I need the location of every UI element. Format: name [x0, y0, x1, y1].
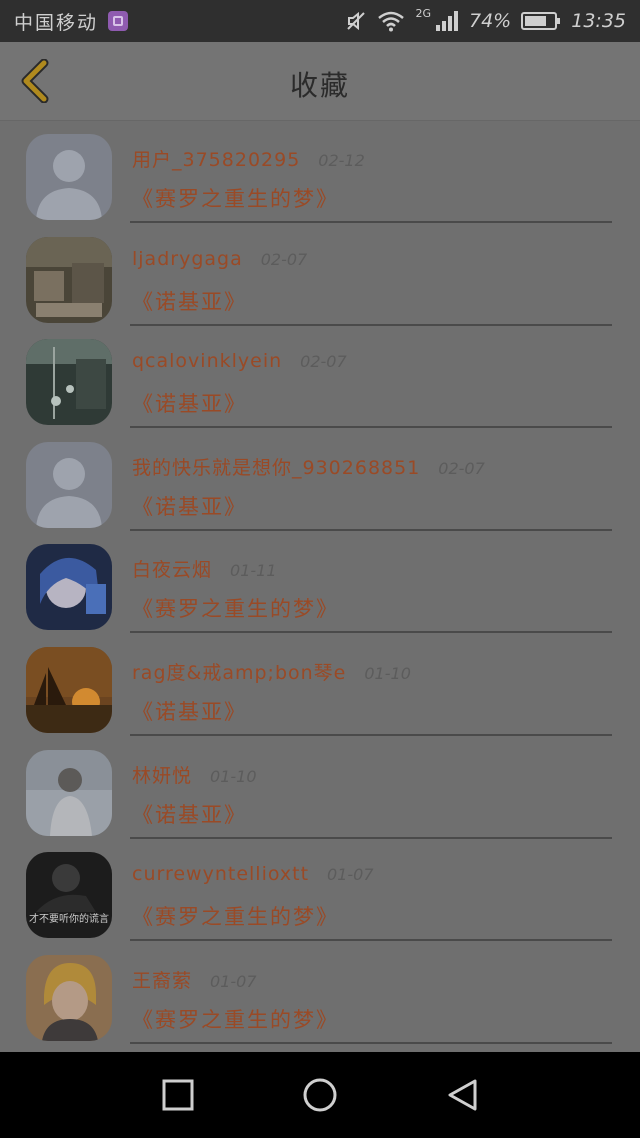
list-item[interactable]: 用户_375820295 02-12 《赛罗之重生的梦》: [0, 121, 640, 223]
book-title[interactable]: 《赛罗之重生的梦》: [132, 1004, 339, 1034]
circle-icon: [303, 1078, 337, 1112]
network-type: 2G: [415, 6, 431, 20]
avatar-caption: 才不要听你的谎言: [29, 914, 109, 926]
book-title[interactable]: 《赛罗之重生的梦》: [132, 183, 339, 213]
username: currewyntellioxtt: [132, 863, 310, 886]
date: 01-10: [364, 664, 411, 683]
avatar[interactable]: [26, 954, 112, 1041]
date: 02-07: [260, 249, 308, 269]
book-title[interactable]: 《诺基亚》: [132, 799, 247, 829]
date: 01-07: [210, 971, 257, 991]
username: 用户_375820295: [132, 149, 301, 171]
book-title[interactable]: 《诺基亚》: [132, 388, 247, 418]
square-icon: [162, 1079, 194, 1111]
avatar[interactable]: [26, 647, 112, 733]
mute-icon: [345, 10, 367, 32]
user-line: 林妍悦 01-10: [132, 761, 257, 788]
list-item[interactable]: 白夜云烟 01-11 《赛罗之重生的梦》: [0, 531, 640, 634]
avatar[interactable]: [26, 749, 112, 836]
back-nav-button[interactable]: [444, 1077, 480, 1113]
battery-icon: [521, 10, 561, 32]
recent-apps-button[interactable]: [160, 1077, 196, 1113]
book-title[interactable]: 《诺基亚》: [132, 286, 247, 316]
book-title[interactable]: 《诺基亚》: [132, 696, 247, 726]
screen: 中国移动 2G 74% 13:35 收藏 用户_375820295 02-12 …: [0, 0, 640, 1138]
user-line: ljadrygaga 02-07: [132, 248, 307, 270]
list-item[interactable]: 才不要听你的谎言 currewyntellioxtt 01-07 《赛罗之重生的梦》: [0, 839, 640, 942]
status-right: 2G 74% 13:35: [345, 6, 626, 32]
user-line: 白夜云烟 01-11: [132, 555, 277, 582]
username: qcalovinklyein: [132, 350, 283, 373]
user-line: 用户_375820295 02-12: [132, 145, 365, 172]
header: 收藏: [0, 42, 640, 121]
user-line: currewyntellioxtt 01-07: [132, 863, 374, 885]
date: 02-07: [438, 458, 485, 478]
username: 我的快乐就是想你_930268851: [132, 456, 421, 479]
avatar[interactable]: [26, 134, 112, 220]
battery-percent: 74%: [469, 10, 512, 32]
status-left: 中国移动: [14, 8, 129, 35]
carrier-name: 中国移动: [14, 11, 99, 34]
list-item[interactable]: rag度&戒amp;bon琴e 01-10 《诺基亚》: [0, 634, 640, 736]
list-item[interactable]: 王裔萦 01-07 《赛罗之重生的梦》: [0, 942, 640, 1044]
date: 01-11: [230, 561, 277, 581]
username: 林妍悦: [132, 764, 193, 787]
user-line: 我的快乐就是想你_930268851 02-07: [132, 453, 485, 480]
divider: [130, 1041, 612, 1044]
list-item[interactable]: 我的快乐就是想你_930268851 02-07 《诺基亚》: [0, 429, 640, 531]
signal-icon: [435, 10, 459, 32]
list-item[interactable]: qcalovinklyein 02-07 《诺基亚》: [0, 326, 640, 429]
list-item[interactable]: ljadrygaga 02-07 《诺基亚》: [0, 224, 640, 326]
status-bar: 中国移动 2G 74% 13:35: [0, 0, 640, 42]
wifi-icon: [377, 10, 405, 32]
list-item[interactable]: 林妍悦 01-10 《诺基亚》: [0, 737, 640, 839]
avatar[interactable]: [26, 339, 112, 426]
user-line: 王裔萦 01-07: [132, 966, 257, 993]
avatar[interactable]: [26, 544, 112, 631]
clock: 13:35: [571, 10, 626, 32]
date: 01-07: [327, 865, 374, 885]
navigation-bar: [0, 1052, 640, 1138]
username: 王裔萦: [132, 969, 193, 992]
username: 白夜云烟: [132, 559, 213, 582]
favorites-list: 用户_375820295 02-12 《赛罗之重生的梦》 ljadrygaga 02-0…: [0, 121, 640, 1052]
date: 02-12: [318, 151, 365, 170]
user-line: qcalovinklyein 02-07: [132, 350, 347, 372]
avatar[interactable]: 才不要听你的谎言: [26, 852, 112, 939]
gallery-notification-icon: [108, 11, 129, 31]
book-title[interactable]: 《赛罗之重生的梦》: [132, 901, 339, 931]
triangle-back-icon: [448, 1079, 477, 1111]
date: 01-10: [210, 766, 257, 786]
username: rag度&戒amp;bon琴e: [132, 662, 347, 684]
avatar[interactable]: [26, 236, 112, 323]
date: 02-07: [300, 352, 347, 372]
avatar[interactable]: [26, 441, 112, 528]
username: ljadrygaga: [132, 247, 243, 270]
user-line: rag度&戒amp;bon琴e 01-10: [132, 658, 411, 685]
book-title[interactable]: 《诺基亚》: [132, 491, 247, 521]
book-title[interactable]: 《赛罗之重生的梦》: [132, 593, 339, 623]
page-title: 收藏: [289, 69, 350, 102]
home-button[interactable]: [302, 1077, 338, 1113]
